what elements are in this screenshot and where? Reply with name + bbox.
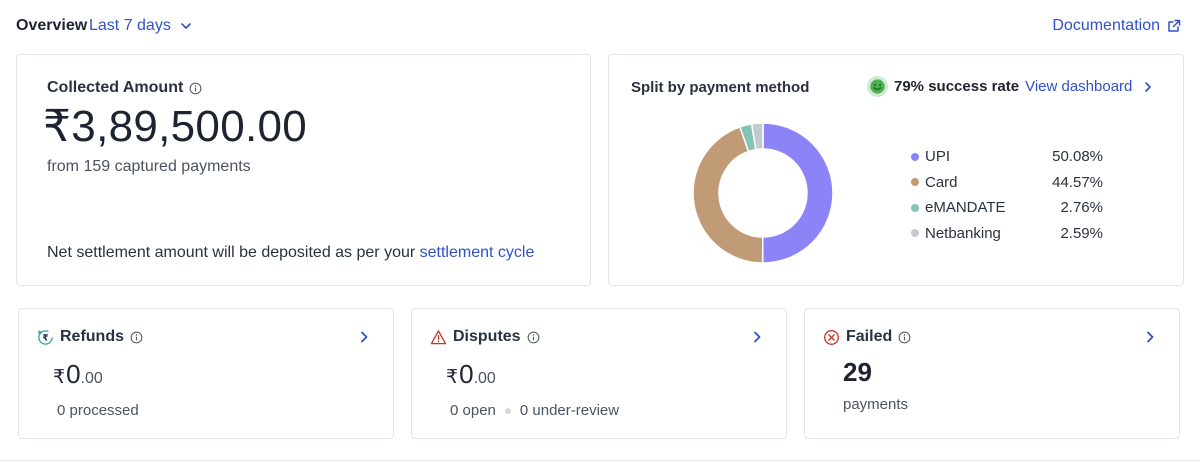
success-rate-row: 79% success rate View dashboard (867, 76, 1154, 97)
external-link-icon (1168, 19, 1181, 32)
failed-payments-text: payments (843, 396, 909, 413)
settlement-note: Net settlement amount will be deposited … (47, 244, 534, 262)
warning-triangle-icon (430, 329, 447, 344)
disputes-amount: ₹ 0 .00 (446, 359, 496, 390)
settlement-note-text: Net settlement amount will be deposited … (47, 244, 420, 261)
overview-label: Overview (16, 17, 88, 34)
legend-method-percent: 50.08% (1052, 148, 1103, 166)
info-icon[interactable] (130, 331, 143, 344)
chevron-down-icon (181, 23, 191, 29)
chevron-right-icon[interactable] (357, 330, 371, 344)
legend-color-dot (911, 203, 919, 212)
settlement-cycle-link[interactable]: settlement cycle (420, 244, 535, 261)
disputes-label: Disputes (453, 328, 521, 345)
refunds-processed-text: 0 processed (57, 402, 139, 419)
payment-method-split-card: Split by payment method 79% success rate… (608, 54, 1184, 286)
documentation-label: Documentation (1052, 17, 1160, 34)
payment-method-donut-chart (692, 122, 834, 264)
chevron-right-icon (1145, 81, 1152, 92)
legend-item-netbanking: Netbanking 2.59% (911, 221, 1103, 247)
legend-method-percent: 2.76% (1060, 199, 1103, 217)
success-rate-text: 79% success rate (894, 78, 1020, 95)
disputes-card[interactable]: Disputes ₹ 0 .00 0 open 0 under-review (411, 308, 787, 439)
split-title: Split by payment method (631, 79, 810, 96)
chevron-right-icon[interactable] (750, 330, 764, 344)
date-range-label: Last 7 days (89, 17, 171, 34)
captured-payments-text: from 159 captured payments (47, 158, 251, 175)
amount-integer: 0 (66, 359, 81, 389)
legend-method-name: Card (925, 173, 958, 191)
collected-amount-label: Collected Amount (47, 79, 184, 96)
legend-method-percent: 2.59% (1060, 224, 1103, 242)
separator-dot (504, 407, 511, 414)
legend-method-name: eMANDATE (925, 199, 1006, 217)
info-icon[interactable] (527, 331, 540, 344)
amount-integer: 0 (459, 359, 474, 389)
divider (0, 460, 1200, 461)
currency-symbol: ₹ (53, 367, 66, 388)
collected-amount-card: Collected Amount ₹3,89,500.00 from 159 c… (16, 54, 591, 286)
disputes-open-text: 0 open (450, 402, 496, 419)
view-dashboard-label: View dashboard (1025, 78, 1133, 95)
info-icon[interactable] (189, 82, 202, 95)
legend-item-card: Card 44.57% (911, 170, 1103, 196)
amount-decimal: .00 (473, 370, 496, 387)
failed-count: 29 (843, 357, 872, 387)
failed-label: Failed (846, 328, 893, 345)
collected-amount-heading: Collected Amount (47, 79, 202, 97)
currency-symbol: ₹ (446, 367, 459, 388)
smiley-face-icon (867, 76, 888, 97)
failed-heading: Failed (823, 328, 911, 346)
legend-method-name: Netbanking (925, 224, 1001, 242)
legend-color-dot (911, 152, 919, 161)
legend-color-dot (911, 178, 919, 187)
collected-amount-value: ₹3,89,500.00 (43, 102, 308, 151)
legend-item-upi: UPI 50.08% (911, 144, 1103, 170)
refunds-amount: ₹ 0 .00 (53, 359, 103, 390)
legend-item-emandate: eMANDATE 2.76% (911, 195, 1103, 221)
legend-color-dot (911, 229, 919, 238)
payment-method-legend: UPI 50.08% Card 44.57% eMANDATE 2.76% Netbanki… (911, 144, 1103, 246)
disputes-heading: Disputes (430, 328, 540, 346)
refunds-heading: ₹ Refunds (37, 328, 143, 346)
amount-decimal: .00 (80, 370, 103, 387)
info-icon[interactable] (898, 331, 911, 344)
donut-slice-upi (761, 122, 834, 264)
failed-x-circle-icon (824, 329, 839, 345)
legend-method-percent: 44.57% (1052, 173, 1103, 191)
refund-icon: ₹ (38, 329, 53, 345)
disputes-status: 0 open 0 under-review (450, 402, 619, 419)
documentation-link[interactable]: Documentation (1052, 17, 1182, 35)
refunds-card[interactable]: ₹ Refunds ₹ 0 .00 0 processed (18, 308, 394, 439)
svg-text:₹: ₹ (43, 333, 49, 343)
disputes-under-review-text: 0 under-review (519, 402, 620, 419)
view-dashboard-link[interactable]: View dashboard (1025, 78, 1154, 95)
overview-header: Overview Last 7 days Documentation (16, 14, 1184, 40)
chevron-right-icon[interactable] (1143, 330, 1157, 344)
date-range-dropdown[interactable]: Last 7 days (89, 17, 193, 35)
legend-method-name: UPI (925, 148, 951, 166)
failed-card[interactable]: Failed 29 payments (804, 308, 1180, 439)
refunds-label: Refunds (60, 328, 124, 345)
